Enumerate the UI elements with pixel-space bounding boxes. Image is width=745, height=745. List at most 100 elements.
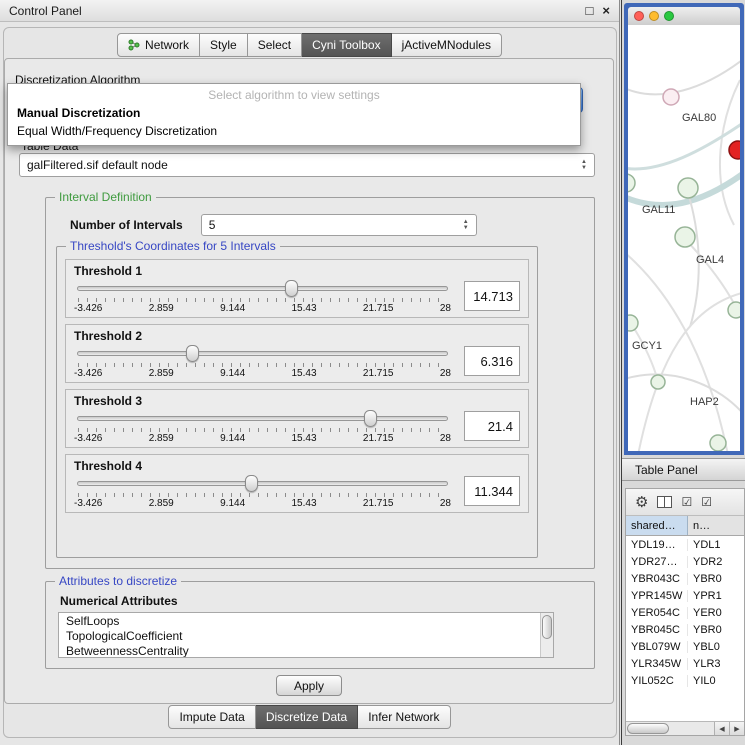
scrollbar-thumb[interactable] (627, 723, 669, 734)
select-none-checkbox-icon[interactable]: ☑ (701, 496, 712, 508)
column-header-shared-name[interactable]: shared… (626, 516, 688, 535)
close-icon[interactable]: × (602, 4, 610, 17)
network-node[interactable] (628, 315, 638, 331)
node-label: HAP2 (690, 396, 719, 408)
network-node-selected[interactable] (729, 141, 740, 159)
cell-shared-name: YER054C (626, 607, 688, 619)
scale-label: 9.144 (220, 498, 245, 509)
columns-icon[interactable] (657, 496, 672, 508)
network-node[interactable] (628, 174, 635, 192)
threshold-2-slider[interactable] (77, 345, 448, 362)
scale-label: 2.859 (149, 368, 174, 379)
threshold-2-value-field[interactable]: 6.316 (464, 346, 520, 376)
tab-discretize-data[interactable]: Discretize Data (256, 705, 358, 729)
number-of-intervals-combo[interactable]: 5 ▲▼ (201, 214, 477, 236)
table-body: YDL19… YDL1 YDR27… YDR2 YBR043C YBR0 YPR… (626, 536, 744, 721)
slider-track[interactable] (77, 416, 448, 421)
close-traffic-light-icon[interactable] (634, 11, 644, 21)
network-node[interactable] (663, 89, 679, 105)
threshold-4-value-field[interactable]: 11.344 (464, 476, 520, 506)
cell-shared-name: YDR27… (626, 556, 688, 568)
scale-label: 9.144 (220, 303, 245, 314)
table-row[interactable]: YBR045C YBR0 (626, 621, 744, 638)
network-node[interactable] (651, 375, 665, 389)
network-view-window: GAL80 GAL11 GAL4 GCY1 HAP2 (624, 3, 744, 455)
slider-track[interactable] (77, 286, 448, 291)
cyni-toolbox-panel: Discretization Algorithm ▲ ▼ Select algo… (4, 58, 614, 704)
cell-name: YLR3 (688, 658, 744, 670)
table-row[interactable]: YLR345W YLR3 (626, 655, 744, 672)
network-node[interactable] (710, 435, 726, 451)
gear-icon[interactable]: ⚙ (635, 495, 648, 510)
threshold-3-value-field[interactable]: 21.4 (464, 411, 520, 441)
scale-label: 21.715 (363, 303, 394, 314)
cell-name: YDR2 (688, 556, 744, 568)
scrollbar-thumb[interactable] (542, 615, 552, 639)
slider-thumb[interactable] (285, 280, 298, 297)
tab-select[interactable]: Select (248, 33, 302, 57)
list-item[interactable]: TopologicalCoefficient (66, 629, 553, 644)
table-row[interactable]: YDR27… YDR2 (626, 553, 744, 570)
algorithm-dropdown-popup: Select algorithm to view settings Manual… (7, 83, 581, 146)
tab-discretize-data-label: Discretize Data (266, 710, 347, 724)
network-node[interactable] (675, 227, 695, 247)
threshold-3-label: Threshold 3 (74, 394, 520, 408)
scale-label: 28 (440, 368, 451, 379)
network-canvas[interactable]: GAL80 GAL11 GAL4 GCY1 HAP2 (628, 25, 740, 451)
list-item[interactable]: BetweennessCentrality (66, 644, 553, 658)
scroll-right-icon[interactable]: ▶ (729, 722, 744, 735)
network-graph: GAL80 GAL11 GAL4 GCY1 HAP2 (628, 25, 740, 451)
list-item[interactable]: SelfLoops (66, 614, 553, 629)
table-toolbar: ⚙ ☑ ☑ (626, 489, 744, 516)
zoom-traffic-light-icon[interactable] (664, 11, 674, 21)
algorithm-placeholder-option[interactable]: Select algorithm to view settings (8, 84, 580, 104)
minimize-traffic-light-icon[interactable] (649, 11, 659, 21)
threshold-1-slider[interactable] (77, 280, 448, 297)
slider-track[interactable] (77, 481, 448, 486)
network-node[interactable] (728, 302, 740, 318)
threshold-3-slider[interactable] (77, 410, 448, 427)
tab-jactivemnodules[interactable]: jActiveMNodules (392, 33, 502, 57)
cell-name: YPR1 (688, 590, 744, 602)
attributes-group: Attributes to discretize Numerical Attri… (45, 581, 595, 669)
cell-name: YIL0 (688, 675, 744, 687)
threshold-4-slider[interactable] (77, 475, 448, 492)
table-row[interactable]: YIL052C YIL0 (626, 672, 744, 689)
network-node[interactable] (678, 178, 698, 198)
algorithm-option-equal-width[interactable]: Equal Width/Frequency Discretization (8, 122, 580, 140)
table-row[interactable]: YPR145W YPR1 (626, 587, 744, 604)
scrollbar-track[interactable] (626, 722, 714, 735)
slider-thumb[interactable] (186, 345, 199, 362)
threshold-1-label: Threshold 1 (74, 264, 520, 278)
tab-cyni-toolbox[interactable]: Cyni Toolbox (302, 33, 391, 57)
float-window-icon[interactable]: □ (586, 4, 594, 17)
slider-track[interactable] (77, 351, 448, 356)
table-row[interactable]: YBL079W YBL0 (626, 638, 744, 655)
algorithm-option-manual[interactable]: Manual Discretization (8, 104, 580, 122)
scroll-left-icon[interactable]: ◀ (714, 722, 729, 735)
scale-label: 2.859 (149, 498, 174, 509)
numerical-attributes-list[interactable]: SelfLoops TopologicalCoefficient Between… (58, 612, 554, 658)
list-scrollbar[interactable] (540, 613, 553, 657)
tab-network[interactable]: Network (117, 33, 200, 57)
slider-thumb[interactable] (364, 410, 377, 427)
table-panel-titlebar[interactable]: Table Panel (622, 458, 745, 481)
tab-impute-data[interactable]: Impute Data (168, 705, 255, 729)
tab-jactivemnodules-label: jActiveMNodules (402, 38, 491, 52)
node-label: GAL11 (642, 204, 675, 216)
table-row[interactable]: YDL19… YDL1 (626, 536, 744, 553)
slider-scale: -3.426 2.859 9.144 15.43 21.715 28 (74, 303, 451, 314)
tab-infer-network[interactable]: Infer Network (358, 705, 450, 729)
threshold-2-label: Threshold 2 (74, 329, 520, 343)
table-row[interactable]: YBR043C YBR0 (626, 570, 744, 587)
table-row[interactable]: YER054C YER0 (626, 604, 744, 621)
threshold-1-value-field[interactable]: 14.713 (464, 281, 520, 311)
column-header-name[interactable]: n… (688, 516, 744, 535)
select-all-checkbox-icon[interactable]: ☑ (681, 496, 692, 508)
tab-style[interactable]: Style (200, 33, 248, 57)
scale-label: -3.426 (74, 368, 102, 379)
horizontal-scrollbar[interactable]: ◀ ▶ (626, 721, 744, 735)
table-data-combo[interactable]: galFiltered.sif default node ▲▼ (19, 153, 595, 177)
apply-button[interactable]: Apply (276, 675, 342, 696)
slider-thumb[interactable] (245, 475, 258, 492)
